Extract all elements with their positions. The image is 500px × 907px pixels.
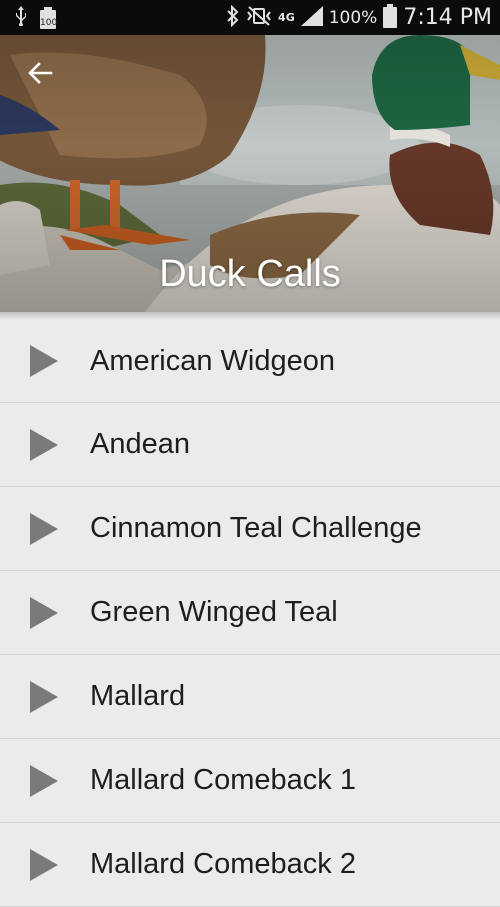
usb-icon (14, 5, 28, 30)
play-icon (30, 512, 58, 545)
arrow-back-icon (27, 61, 53, 89)
clock: 7:14 PM (403, 5, 492, 30)
call-label: Cinnamon Teal Challenge (90, 512, 422, 544)
header-image: Duck Calls (0, 35, 500, 312)
list-item[interactable]: Mallard Comeback 2 (0, 823, 500, 907)
network-type-label: 4G (278, 11, 295, 24)
list-item[interactable]: Mallard (0, 655, 500, 739)
list-item[interactable]: American Widgeon (0, 320, 500, 403)
call-label: Mallard Comeback 1 (90, 764, 356, 796)
play-icon (30, 848, 58, 881)
call-label: American Widgeon (90, 344, 335, 377)
call-label: Mallard Comeback 2 (90, 848, 356, 880)
bluetooth-icon (226, 4, 240, 31)
duck-call-list: American Widgeon Andean Cinnamon Teal Ch… (0, 320, 500, 907)
list-item[interactable]: Mallard Comeback 1 (0, 739, 500, 823)
list-item[interactable]: Andean (0, 403, 500, 487)
play-icon (30, 596, 58, 629)
battery-notification-icon: 100 (40, 7, 58, 29)
call-label: Andean (90, 428, 190, 460)
play-icon (30, 345, 58, 377)
call-label: Green Winged Teal (90, 596, 338, 628)
status-bar: 100 4G 100% 7:14 PM (0, 0, 500, 35)
battery-percent: 100% (328, 7, 378, 28)
back-button[interactable] (20, 57, 60, 93)
vibrate-mute-icon (246, 5, 272, 30)
battery-icon (383, 3, 398, 32)
list-item[interactable]: Cinnamon Teal Challenge (0, 487, 500, 571)
page-title: Duck Calls (159, 253, 341, 295)
play-icon (30, 680, 58, 713)
list-item[interactable]: Green Winged Teal (0, 571, 500, 655)
signal-strength-icon (300, 5, 323, 30)
play-icon (30, 428, 58, 461)
call-label: Mallard (90, 680, 186, 712)
play-icon (30, 764, 58, 797)
battery-small-text: 100 (40, 18, 58, 28)
